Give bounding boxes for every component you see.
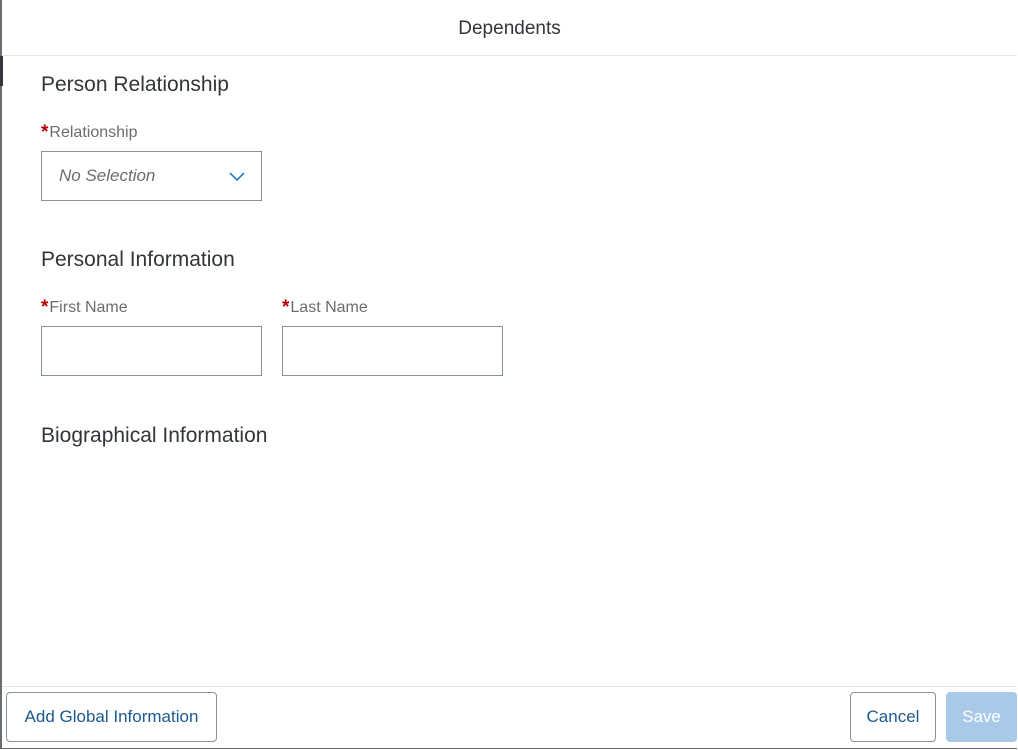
first-name-label-text: First Name [49,299,128,316]
dialog-footer: Add Global Information Cancel Save [2,686,1017,748]
cancel-button[interactable]: Cancel [850,692,936,742]
dependents-dialog: Dependents Person Relationship *Relation… [0,0,1017,749]
section-title-personal-information: Personal Information [41,248,235,271]
last-name-label-text: Last Name [290,299,368,316]
edge-marker [0,56,3,86]
first-name-label: *First Name [41,297,128,319]
relationship-select[interactable]: No Selection [41,151,262,201]
add-global-information-button[interactable]: Add Global Information [6,692,217,742]
required-marker: * [282,297,290,318]
section-title-person-relationship: Person Relationship [41,73,229,96]
dialog-header: Dependents [2,0,1017,56]
relationship-label: *Relationship [41,122,137,144]
first-name-input[interactable] [41,326,262,376]
chevron-down-icon[interactable] [229,170,245,182]
required-marker: * [41,122,49,143]
last-name-input[interactable] [282,326,503,376]
dialog-title: Dependents [458,17,561,39]
save-button[interactable]: Save [946,692,1017,742]
section-title-biographical-information: Biographical Information [41,424,268,447]
required-marker: * [41,297,49,318]
last-name-label: *Last Name [282,297,368,319]
relationship-selected-value: No Selection [59,166,156,185]
relationship-label-text: Relationship [49,124,138,141]
